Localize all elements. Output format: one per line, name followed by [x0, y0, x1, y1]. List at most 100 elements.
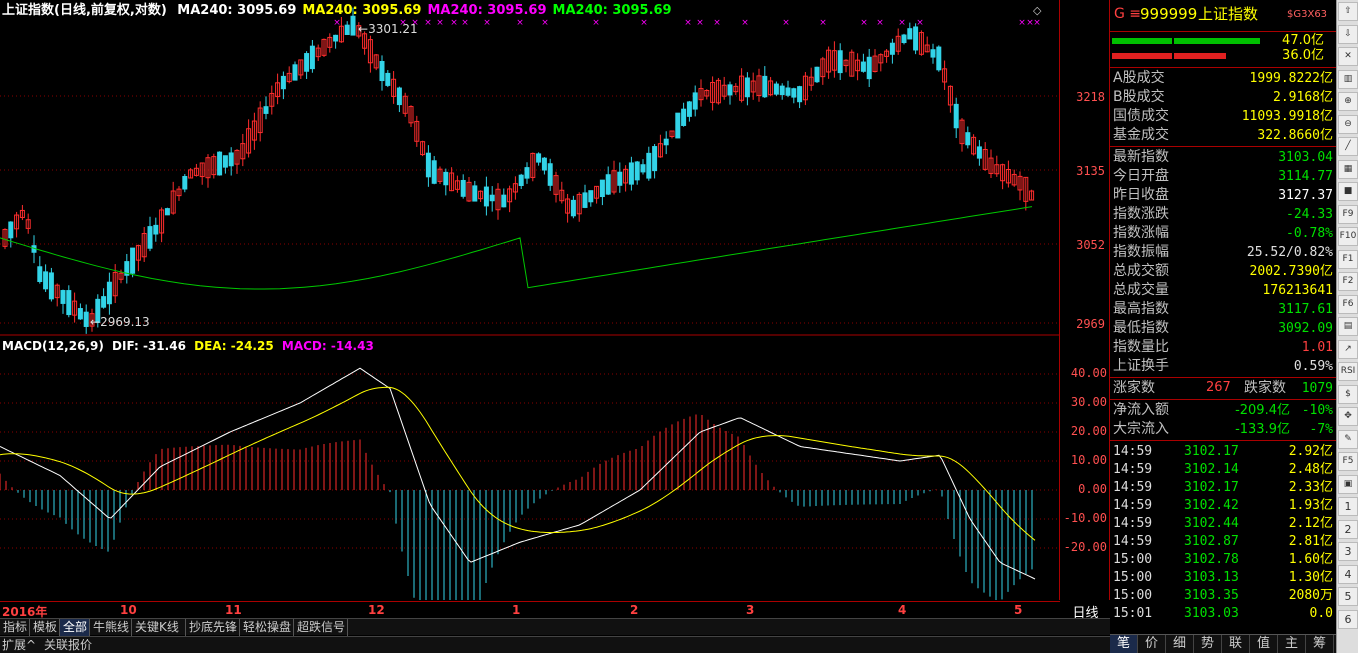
toolbar-number-button[interactable]: 4	[1338, 564, 1358, 584]
stat-label: 指数量比	[1113, 339, 1169, 355]
signal-marker: ×	[461, 18, 469, 28]
dif-line	[0, 367, 1036, 580]
panel-tab[interactable]: 联	[1222, 635, 1250, 653]
toolbar-number-button[interactable]: 5	[1338, 587, 1358, 606]
volume-row: 国债成交 11093.9918亿	[1110, 108, 1336, 127]
chart-settings-icon[interactable]: ◇	[1033, 5, 1041, 16]
candle-body	[930, 49, 936, 58]
toolbar-number-button[interactable]: 3	[1338, 542, 1358, 561]
chart-area[interactable]: × × × × × × × × × × × × × × × × × × × × × × × × × 上证指数(日线,前复权,对数…	[0, 0, 1060, 600]
tick-price: 3102.14	[1184, 462, 1239, 477]
panel-tab[interactable]: 筹	[1306, 635, 1334, 653]
move-icon[interactable]: ✥	[1338, 407, 1358, 426]
candle-body	[524, 167, 530, 179]
price-tick: 2969	[1076, 317, 1105, 331]
candle-body	[292, 64, 298, 81]
indicator-tab[interactable]: 抄底先锋	[186, 619, 240, 636]
close-icon[interactable]: ✕	[1338, 47, 1358, 66]
candle-body	[791, 88, 797, 98]
zoom-in-icon[interactable]: ⊕	[1338, 92, 1358, 111]
low-annotation: ←2969.13	[90, 315, 150, 329]
candle-icon[interactable]: ▥	[1338, 69, 1358, 89]
panel-tab[interactable]: 势	[1194, 635, 1222, 653]
candle-body	[431, 160, 437, 184]
trend-icon[interactable]: ↗	[1338, 339, 1358, 359]
page-icon[interactable]: ▣	[1338, 474, 1358, 494]
down-arrow-icon[interactable]: ⇩	[1338, 24, 1358, 44]
indicator-tab[interactable]: 关键K线	[132, 619, 186, 636]
toolbar-number-button[interactable]: 6	[1338, 609, 1358, 629]
f6-icon[interactable]: F6	[1338, 294, 1358, 314]
related-quotes-button[interactable]: 关联报价	[44, 639, 92, 651]
stat-value: 0.59%	[1293, 359, 1333, 374]
tick-time: 15:00	[1113, 570, 1153, 585]
up-arrow-icon[interactable]: ⇧	[1338, 2, 1358, 21]
toolbar-number-button[interactable]: 2	[1338, 519, 1358, 539]
code-prefix[interactable]: G ≡	[1114, 7, 1141, 21]
candle-body	[744, 77, 750, 98]
panel-tab[interactable]: 笔	[1110, 635, 1138, 653]
signal-marker: ×	[1033, 18, 1041, 28]
dollar-icon[interactable]: $	[1338, 384, 1358, 404]
tick-price: 3102.42	[1184, 498, 1239, 513]
panel-tab[interactable]: 主	[1278, 635, 1306, 653]
signal-marker: ×	[483, 18, 491, 28]
color-icon[interactable]: ■	[1338, 182, 1358, 201]
indicator-tab[interactable]: 牛熊线	[90, 619, 132, 636]
tick-time: 14:59	[1113, 516, 1153, 531]
bar-icon[interactable]: ▦	[1338, 159, 1358, 179]
tick-row: 15:00 3102.78 1.60亿	[1110, 551, 1336, 569]
ma-labels: MA240: 3095.69 MA240: 3095.69 MA240: 3095.…	[171, 3, 671, 18]
candle-body	[907, 28, 913, 40]
panel-tab[interactable]: 细	[1166, 635, 1194, 653]
volume-row: A股成交 1999.8222亿	[1110, 70, 1336, 89]
f1-icon[interactable]: F1	[1338, 249, 1358, 269]
panel-tab[interactable]: 值	[1250, 635, 1278, 653]
candle-body	[936, 46, 942, 71]
volume-value: 2.9168亿	[1273, 90, 1333, 105]
rsi-icon[interactable]: RSI	[1338, 362, 1358, 381]
candle-body	[663, 138, 669, 146]
chart-icon[interactable]: ▤	[1338, 317, 1358, 336]
volume-row: 基金成交 322.8660亿	[1110, 127, 1336, 146]
tick-row: 14:59 3102.17 2.92亿	[1110, 443, 1336, 461]
tick-volume: 2080万	[1288, 588, 1333, 603]
bottom-bar: 扩展^ 关联报价	[0, 636, 1110, 653]
stat-value: 2002.7390亿	[1249, 264, 1333, 279]
volume-value: 11093.9918亿	[1241, 109, 1333, 124]
kline-plot[interactable]: × × × × × × × × × × × × × × × × × × × × × × × × ×	[0, 0, 1060, 600]
volume-label: A股成交	[1113, 70, 1165, 86]
f9-icon[interactable]: F9	[1338, 204, 1358, 224]
candle-body	[396, 87, 402, 106]
toolbar-number-button[interactable]: 1	[1338, 497, 1358, 516]
signal-marker: ×	[333, 18, 341, 28]
indicator-tab[interactable]: 超跌信号	[294, 619, 348, 636]
line-icon[interactable]: ╱	[1338, 137, 1358, 156]
quote-panel: G ≡ 999999 上证指数 $G3X63 47.0亿 36.0亿 A股成交 1…	[1110, 0, 1336, 653]
signal-marker: ×	[516, 18, 524, 28]
tick-row: 15:00 3103.13 1.30亿	[1110, 569, 1336, 587]
panel-tab[interactable]: 价	[1138, 635, 1166, 653]
price-tick: 3052	[1076, 238, 1105, 252]
expand-button[interactable]: 扩展^	[2, 639, 36, 651]
flow-pct: -10%	[1301, 403, 1333, 418]
indicator-tab[interactable]: 轻松操盘	[240, 619, 294, 636]
f5-icon[interactable]: F5	[1338, 452, 1358, 471]
candle-body	[773, 83, 779, 95]
indicator-tab[interactable]: 指标	[0, 619, 30, 636]
macd-histogram	[0, 414, 1033, 600]
stat-value: 3127.37	[1278, 188, 1333, 203]
f10-icon[interactable]: F10	[1338, 227, 1358, 246]
indicator-tab[interactable]: 模板	[30, 619, 60, 636]
candle-body	[814, 66, 820, 83]
f2-icon[interactable]: F2	[1338, 272, 1358, 291]
period-selector[interactable]: 日线	[1063, 600, 1108, 621]
pen-icon[interactable]: ✎	[1338, 429, 1358, 449]
indicator-tab[interactable]: 全部	[60, 619, 90, 636]
high-annotation: ←3301.21	[358, 22, 418, 36]
zoom-out-icon[interactable]: ⊖	[1338, 114, 1358, 134]
tick-volume: 2.92亿	[1288, 444, 1333, 459]
stat-value: 3117.61	[1278, 302, 1333, 317]
candle-body	[182, 176, 188, 190]
stat-label: 最高指数	[1113, 301, 1169, 317]
